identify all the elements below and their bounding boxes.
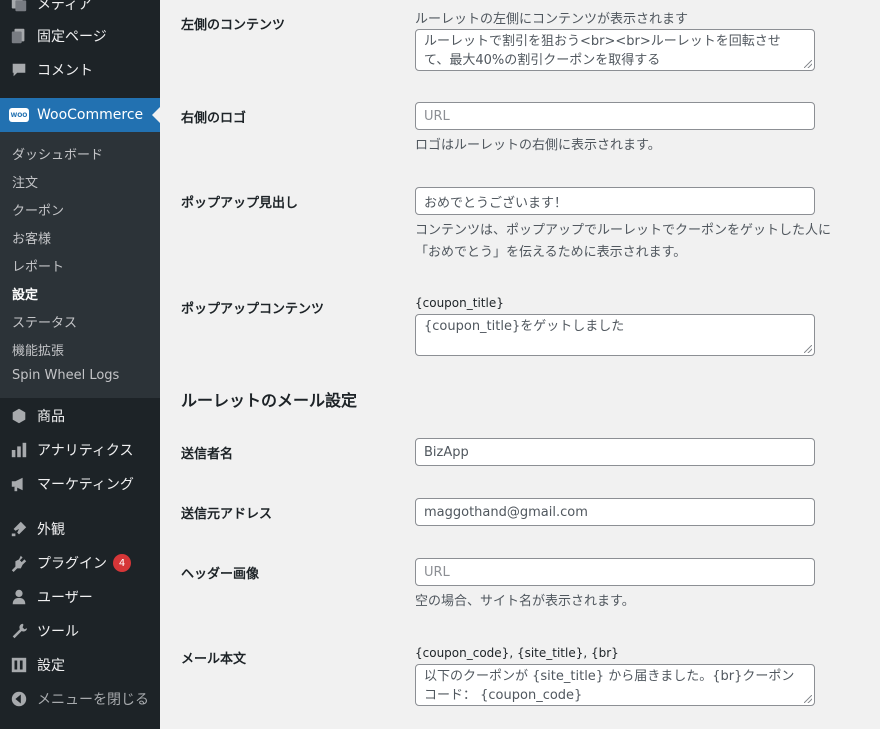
- mail-body-textarea[interactable]: 以下のクーポンが {site_title} から届きました。{br}クーポンコー…: [415, 664, 815, 706]
- menu-label: コメント: [37, 63, 93, 79]
- menu-label: メディア: [37, 0, 93, 13]
- submenu-dashboard[interactable]: ダッシュボード: [12, 144, 103, 163]
- submenu-settings[interactable]: 設定: [12, 284, 38, 303]
- appearance-icon: [9, 519, 29, 539]
- submenu-spin-wheel-logs[interactable]: Spin Wheel Logs: [12, 368, 119, 383]
- sender-address-label: 送信元アドレス: [181, 507, 273, 522]
- popup-content-hint: {coupon_title}: [415, 296, 504, 310]
- menu-label: WooCommerce: [37, 107, 144, 123]
- header-image-url-input[interactable]: URL: [415, 558, 815, 586]
- menu-label: ツール: [37, 624, 79, 640]
- user-icon: [9, 587, 29, 607]
- submenu-extensions[interactable]: 機能拡張: [12, 340, 64, 359]
- right-logo-description: ロゴはルーレットの右側に表示されます。: [415, 138, 661, 153]
- menu-item-analytics[interactable]: アナリティクス: [0, 433, 160, 467]
- media-icon: [9, 0, 29, 14]
- page-icon: [9, 26, 29, 46]
- collapse-icon: [9, 689, 29, 709]
- menu-label: 商品: [37, 409, 65, 425]
- right-logo-url-input[interactable]: URL: [415, 102, 815, 130]
- menu-item-appearance[interactable]: 外観: [0, 512, 160, 546]
- woocommerce-icon: WOO: [9, 105, 29, 125]
- wrench-icon: [9, 621, 29, 641]
- admin-sidebar: メディア 固定ページ コメント WOO WooCommerce ダッシュボード …: [0, 0, 160, 729]
- menu-item-pages[interactable]: 固定ページ: [0, 19, 160, 53]
- settings-main: 左側のコンテンツ ルーレットの左側にコンテンツが表示されます ルーレットで割引を…: [160, 0, 880, 729]
- submenu-reports[interactable]: レポート: [12, 256, 64, 275]
- submenu-coupons[interactable]: クーポン: [12, 200, 64, 219]
- header-image-label: ヘッダー画像: [181, 567, 260, 582]
- menu-label: メニューを閉じる: [37, 692, 149, 708]
- plugin-icon: [9, 553, 29, 573]
- menu-item-tools[interactable]: ツール: [0, 614, 160, 648]
- menu-label: アナリティクス: [37, 443, 134, 459]
- analytics-icon: [9, 440, 29, 460]
- menu-item-products[interactable]: 商品: [0, 399, 160, 433]
- submenu-customers[interactable]: お客様: [12, 228, 51, 247]
- menu-item-users[interactable]: ユーザー: [0, 580, 160, 614]
- sender-name-input[interactable]: BizApp: [415, 438, 815, 466]
- menu-label: プラグイン: [37, 556, 107, 572]
- popup-heading-label: ポップアップ見出し: [181, 196, 299, 211]
- header-image-description: 空の場合、サイト名が表示されます。: [415, 594, 635, 609]
- menu-label: 設定: [37, 658, 65, 674]
- woocommerce-submenu: ダッシュボード 注文 クーポン お客様 レポート 設定 ステータス 機能拡張 S…: [0, 132, 160, 398]
- menu-item-settings[interactable]: 設定: [0, 648, 160, 682]
- settings-icon: [9, 655, 29, 675]
- mail-body-label: メール本文: [181, 652, 247, 667]
- popup-content-label: ポップアップコンテンツ: [181, 302, 325, 317]
- product-icon: [9, 406, 29, 426]
- menu-item-media[interactable]: メディア: [0, 0, 160, 21]
- menu-item-comments[interactable]: コメント: [0, 53, 160, 87]
- menu-label: マーケティング: [37, 477, 134, 493]
- menu-item-plugins[interactable]: プラグイン 4: [0, 546, 160, 580]
- menu-item-woocommerce[interactable]: WOO WooCommerce: [0, 98, 160, 132]
- comment-icon: [9, 60, 29, 80]
- popup-heading-description-2: 「おめでとう」を伝えるために表示されます。: [415, 245, 687, 260]
- popup-heading-description-1: コンテンツは、ポップアップでルーレットでクーポンをゲットした人に: [415, 223, 832, 238]
- collapse-menu-button[interactable]: メニューを閉じる: [0, 682, 160, 716]
- sender-address-input[interactable]: maggothand@gmail.com: [415, 498, 815, 526]
- plugin-update-badge: 4: [113, 554, 131, 572]
- menu-label: 外観: [37, 522, 65, 538]
- submenu-status[interactable]: ステータス: [12, 312, 77, 331]
- left-content-description: ルーレットの左側にコンテンツが表示されます: [415, 12, 689, 27]
- megaphone-icon: [9, 474, 29, 494]
- popup-heading-input[interactable]: おめでとうございます！: [415, 187, 815, 215]
- left-content-textarea[interactable]: ルーレットで割引を狙おう<br><br>ルーレットを回転させて、最大40%の割引…: [415, 29, 815, 71]
- submenu-orders[interactable]: 注文: [12, 172, 38, 191]
- right-logo-label: 右側のロゴ: [181, 111, 247, 126]
- mail-body-hint: {coupon_code}, {site_title}, {br}: [415, 646, 619, 660]
- menu-label: 固定ページ: [37, 29, 107, 45]
- menu-item-marketing[interactable]: マーケティング: [0, 467, 160, 501]
- sender-name-label: 送信者名: [181, 447, 234, 462]
- menu-label: ユーザー: [37, 590, 93, 606]
- mail-settings-title: ルーレットのメール設定: [181, 391, 358, 410]
- popup-content-textarea[interactable]: {coupon_title}をゲットしました: [415, 314, 815, 356]
- left-content-label: 左側のコンテンツ: [181, 18, 286, 33]
